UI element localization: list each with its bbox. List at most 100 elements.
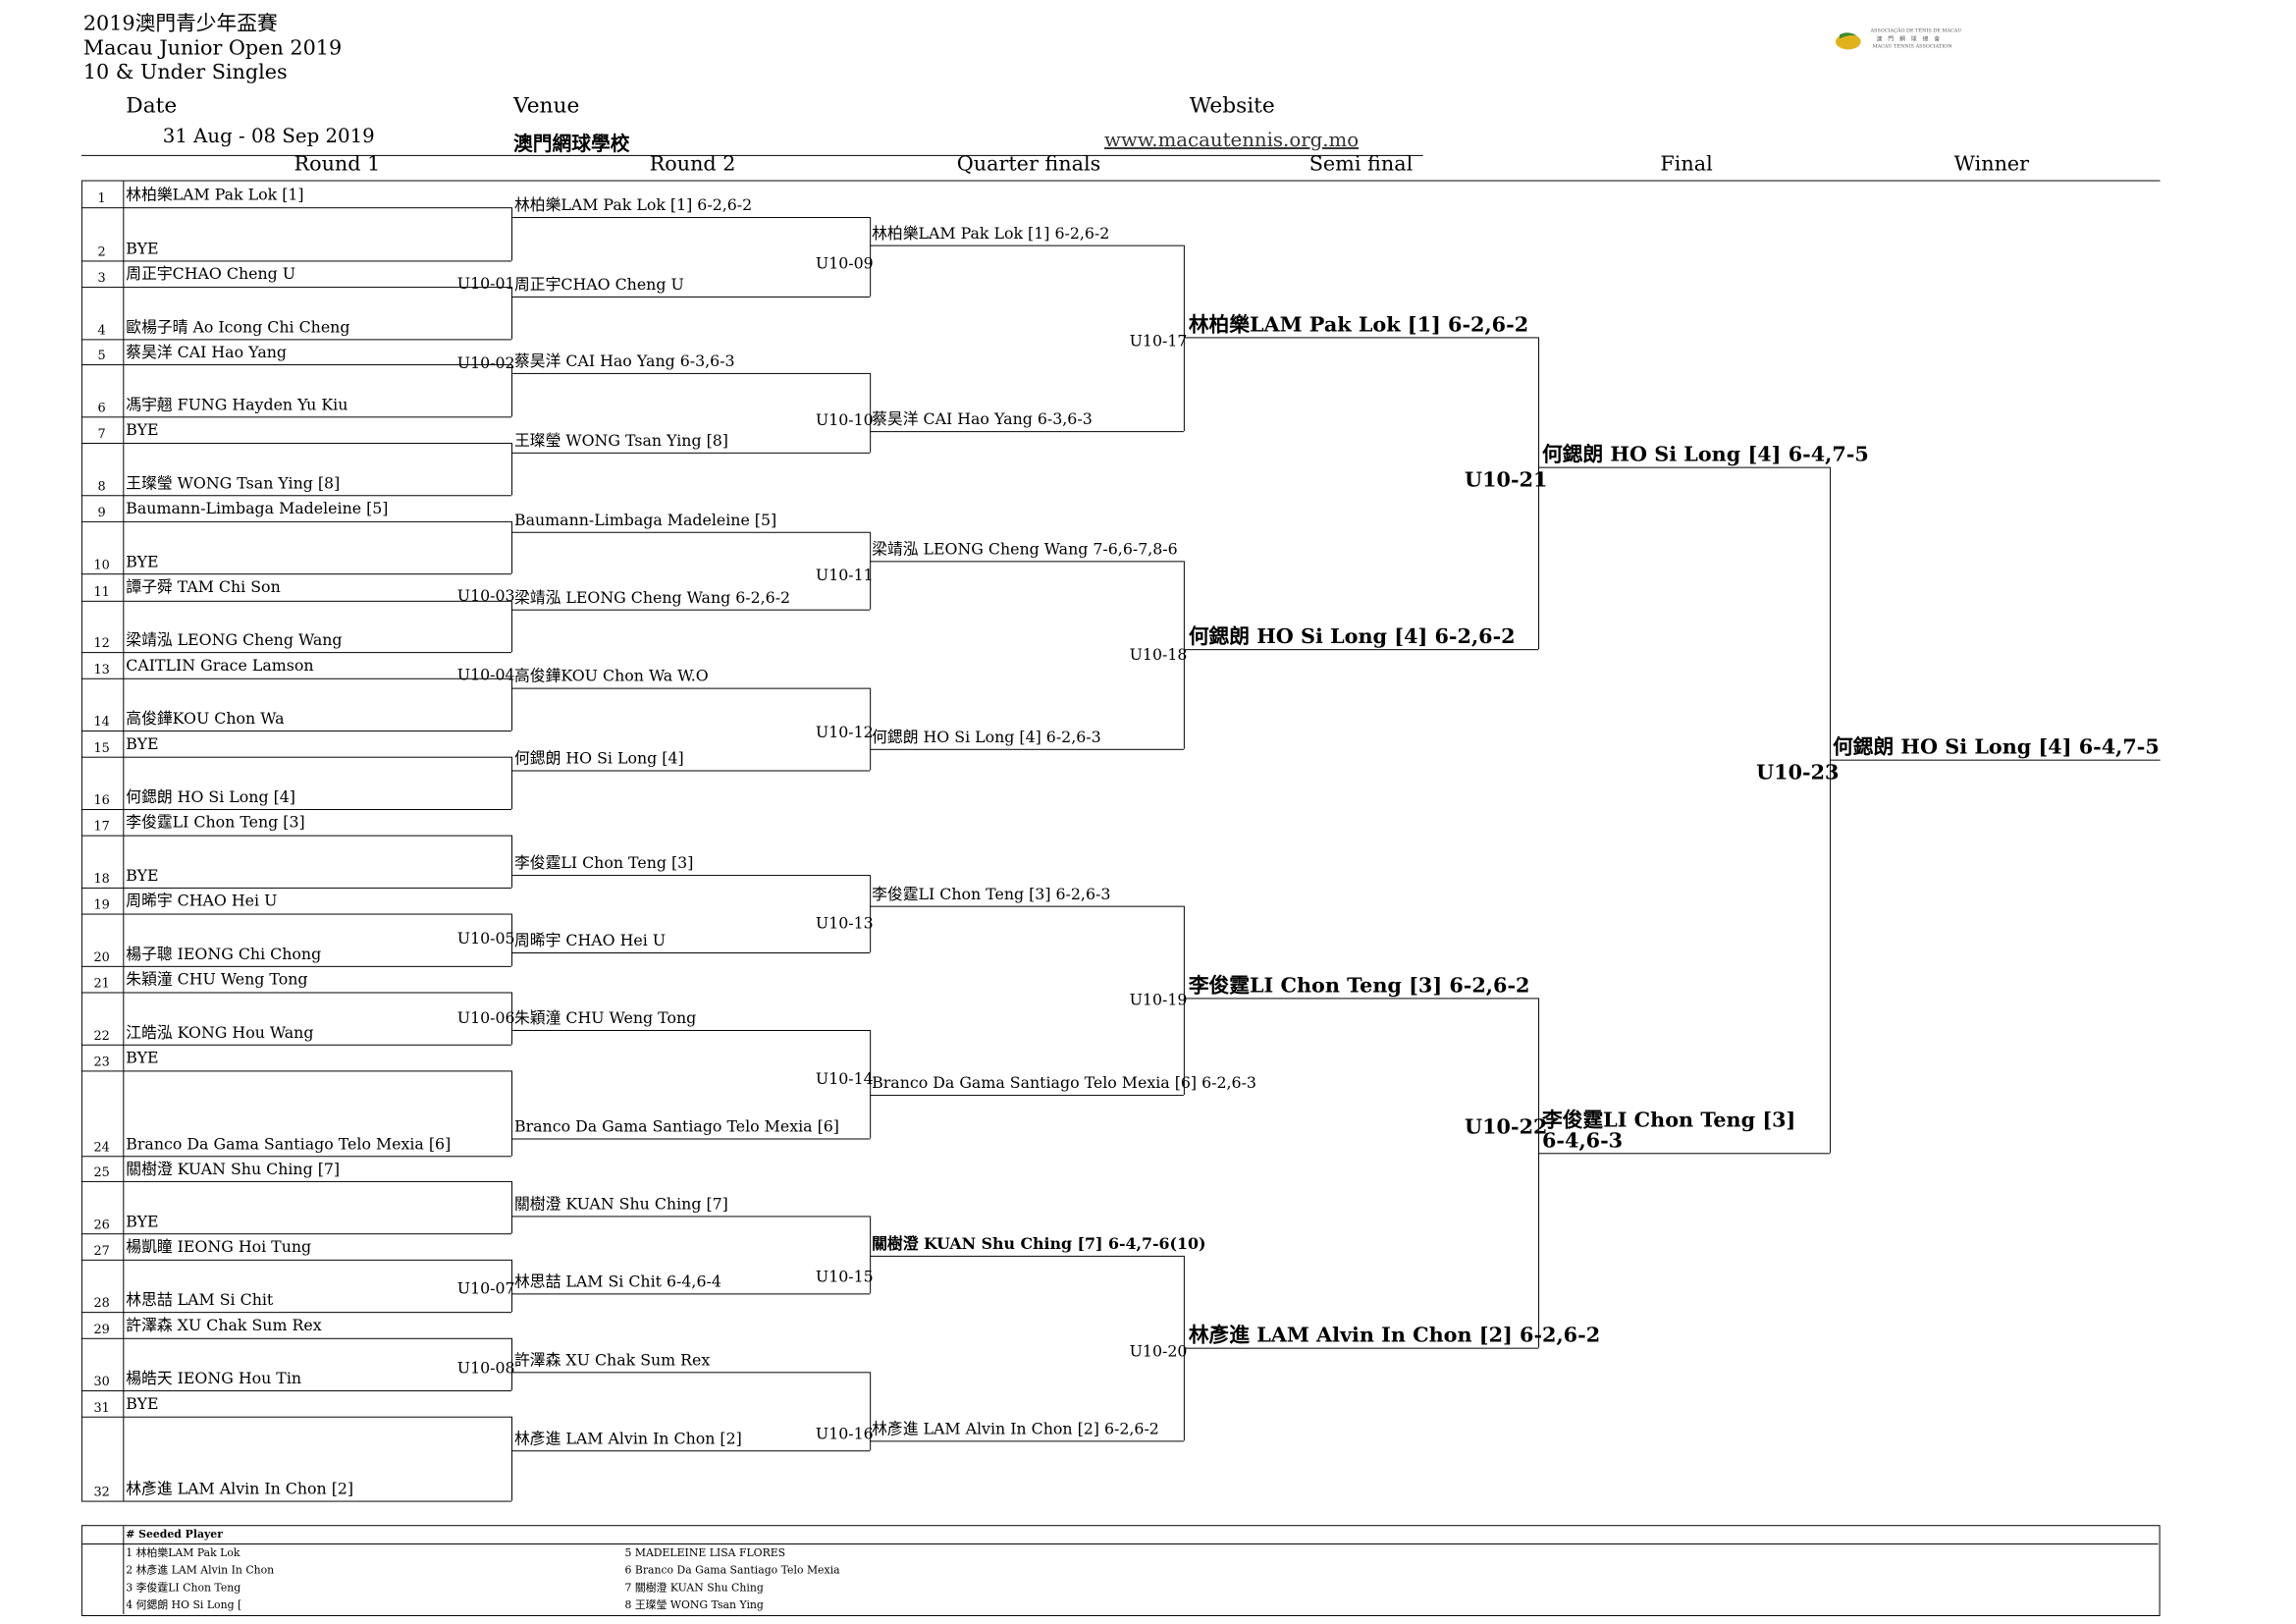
website-link[interactable]: www.macautennis.org.mo xyxy=(1104,128,1359,151)
draw-position: 17 xyxy=(93,819,110,835)
r1-line xyxy=(80,260,512,262)
r1-line xyxy=(80,207,124,209)
player-entry: BYE xyxy=(126,420,159,440)
title-en: Macau Junior Open 2019 xyxy=(82,35,343,60)
draw-position: 25 xyxy=(93,1165,110,1180)
player-entry: BYE xyxy=(126,552,159,571)
seeded-players-box: # Seeded Player 1 林柏樂LAM Pak Lok 2 林彥進 LA… xyxy=(80,1525,2161,1616)
round2-player: 周正宇CHAO Cheng U xyxy=(513,275,684,295)
draw-position: 20 xyxy=(93,950,110,965)
match-code: U10-09 xyxy=(815,253,874,273)
match-code: U10-21 xyxy=(1465,466,1548,492)
draw-position: 1 xyxy=(97,191,106,207)
r1-match-top xyxy=(123,287,512,289)
match-code: U10-17 xyxy=(1129,331,1188,351)
r1-line xyxy=(80,339,512,341)
player-entry: 楊皓天 IEONG Hou Tin xyxy=(126,1369,302,1388)
match-code: U10-20 xyxy=(1129,1341,1188,1361)
quarterfinal-player: 梁靖泓 LEONG Cheng Wang 7-6,6-7,8-6 xyxy=(872,539,1178,559)
round2-player: 林柏樂LAM Pak Lok [1] 6-2,6-2 xyxy=(513,195,753,215)
finalist-player: 李俊霆LI Chon Teng [3] 6-4,6-3 xyxy=(1542,1107,1796,1153)
logo-text-pt: ASSOCIAÇÃO DE TÉNIS DE MACAU xyxy=(1870,27,1962,34)
r1-line xyxy=(80,1259,124,1261)
player-entry: 譚子舜 TAM Chi Son xyxy=(126,577,281,596)
r1-match-top xyxy=(123,600,512,602)
semifinal-player: 李俊霆LI Chon Teng [3] 6-2,6-2 xyxy=(1188,972,1530,998)
r1-line xyxy=(80,495,512,497)
r1-line xyxy=(80,965,512,967)
match-code: U10-15 xyxy=(815,1267,874,1286)
draw-position: 10 xyxy=(93,558,110,573)
match-code: U10-10 xyxy=(815,410,874,430)
r1-left-rule xyxy=(123,181,125,1501)
r1-line xyxy=(80,1044,512,1046)
player-entry: BYE xyxy=(126,734,159,753)
r1-line xyxy=(80,364,124,366)
draw-sheet: 2019澳門青少年盃賽 Macau Junior Open 2019 10 & … xyxy=(0,0,2266,1616)
r1-line xyxy=(80,287,124,289)
round2-player: 周晞宇 CHAO Hei U xyxy=(513,931,667,950)
r1-line xyxy=(80,756,124,758)
match-code: U10-03 xyxy=(456,586,515,605)
match-code: U10-02 xyxy=(456,353,515,372)
qf-match-bottom xyxy=(870,748,1184,750)
round-header: Quarter finals xyxy=(956,151,1101,176)
match-code: U10-07 xyxy=(456,1278,515,1298)
draw-position: 31 xyxy=(93,1400,110,1416)
seed-entry: 4 何鍶朗 HO Si Long [ xyxy=(126,1598,242,1612)
r1-match-top xyxy=(123,442,512,444)
quarterfinal-player: Branco Da Gama Santiago Telo Mexia [6] 6… xyxy=(872,1073,1256,1093)
player-entry: CAITLIN Grace Lamson xyxy=(126,656,314,675)
r1-line xyxy=(80,600,124,602)
draw-position: 11 xyxy=(93,585,110,600)
draw-position: 16 xyxy=(93,793,110,808)
match-code: U10-16 xyxy=(815,1424,874,1443)
r1-match-side xyxy=(511,1180,513,1234)
round2-player: 梁靖泓 LEONG Cheng Wang 6-2,6-2 xyxy=(513,587,791,607)
seeds-divider xyxy=(123,1526,125,1615)
player-entry: 林思喆 LAM Si Chit xyxy=(126,1290,274,1310)
seed-entry: 7 關樹澄 KUAN Shu Ching xyxy=(624,1581,764,1595)
event-name: 10 & Under Singles xyxy=(82,60,288,83)
round2-player: 林思喆 LAM Si Chit 6-4,6-4 xyxy=(513,1272,721,1291)
draw-position: 9 xyxy=(97,506,106,520)
round2-player: 關樹澄 KUAN Shu Ching [7] xyxy=(513,1194,728,1214)
draw-position: 28 xyxy=(93,1296,110,1312)
seed-entry: 6 Branco Da Gama Santiago Telo Mexia xyxy=(624,1563,840,1577)
round2-player: 許澤森 XU Chak Sum Rex xyxy=(513,1350,711,1370)
semifinal-player: 何鍶朗 HO Si Long [4] 6-2,6-2 xyxy=(1188,623,1516,649)
draw-position: 30 xyxy=(93,1375,110,1390)
match-code: U10-19 xyxy=(1129,990,1188,1009)
round2-player: 高俊鏵KOU Chon Wa W.O xyxy=(513,666,709,685)
player-entry: 關樹澄 KUAN Shu Ching [7] xyxy=(126,1160,341,1178)
match-code: U10-04 xyxy=(456,665,515,684)
date-value: 31 Aug - 08 Sep 2019 xyxy=(162,124,375,147)
r1-line xyxy=(80,416,512,418)
r1-match-top xyxy=(123,756,512,758)
round-header: Final xyxy=(1660,151,1713,176)
logo-text-zh: 澳 門 網 球 總 會 xyxy=(1876,35,1943,43)
r1-match-top xyxy=(123,1180,512,1182)
round2-player: 蔡昊洋 CAI Hao Yang 6-3,6-3 xyxy=(513,352,735,370)
r1-line xyxy=(80,652,512,654)
player-entry: 林彥進 LAM Alvin In Chon [2] xyxy=(126,1479,354,1498)
quarterfinal-player: 林柏樂LAM Pak Lok [1] 6-2,6-2 xyxy=(872,223,1110,243)
r1-line xyxy=(80,1390,512,1392)
round2-player: Baumann-Limbaga Madeleine [5] xyxy=(513,511,777,529)
draw-position: 18 xyxy=(93,872,110,887)
r1-line xyxy=(80,1337,124,1339)
player-entry: 許澤森 XU Chak Sum Rex xyxy=(126,1316,322,1334)
player-entry: BYE xyxy=(126,866,159,885)
r1-match-side xyxy=(511,442,513,496)
draw-position: 22 xyxy=(93,1028,110,1044)
r2-match-top xyxy=(511,372,871,374)
final-match-side xyxy=(1830,466,1832,1154)
r1-match-side xyxy=(511,1416,513,1501)
player-entry: BYE xyxy=(126,1048,159,1067)
match-code: U10-14 xyxy=(815,1069,874,1089)
qf-match-top xyxy=(870,905,1184,907)
draw-position: 8 xyxy=(97,479,106,495)
draw-position: 5 xyxy=(97,349,106,364)
r1-line xyxy=(80,1312,512,1314)
final-match-top xyxy=(1538,466,1831,468)
